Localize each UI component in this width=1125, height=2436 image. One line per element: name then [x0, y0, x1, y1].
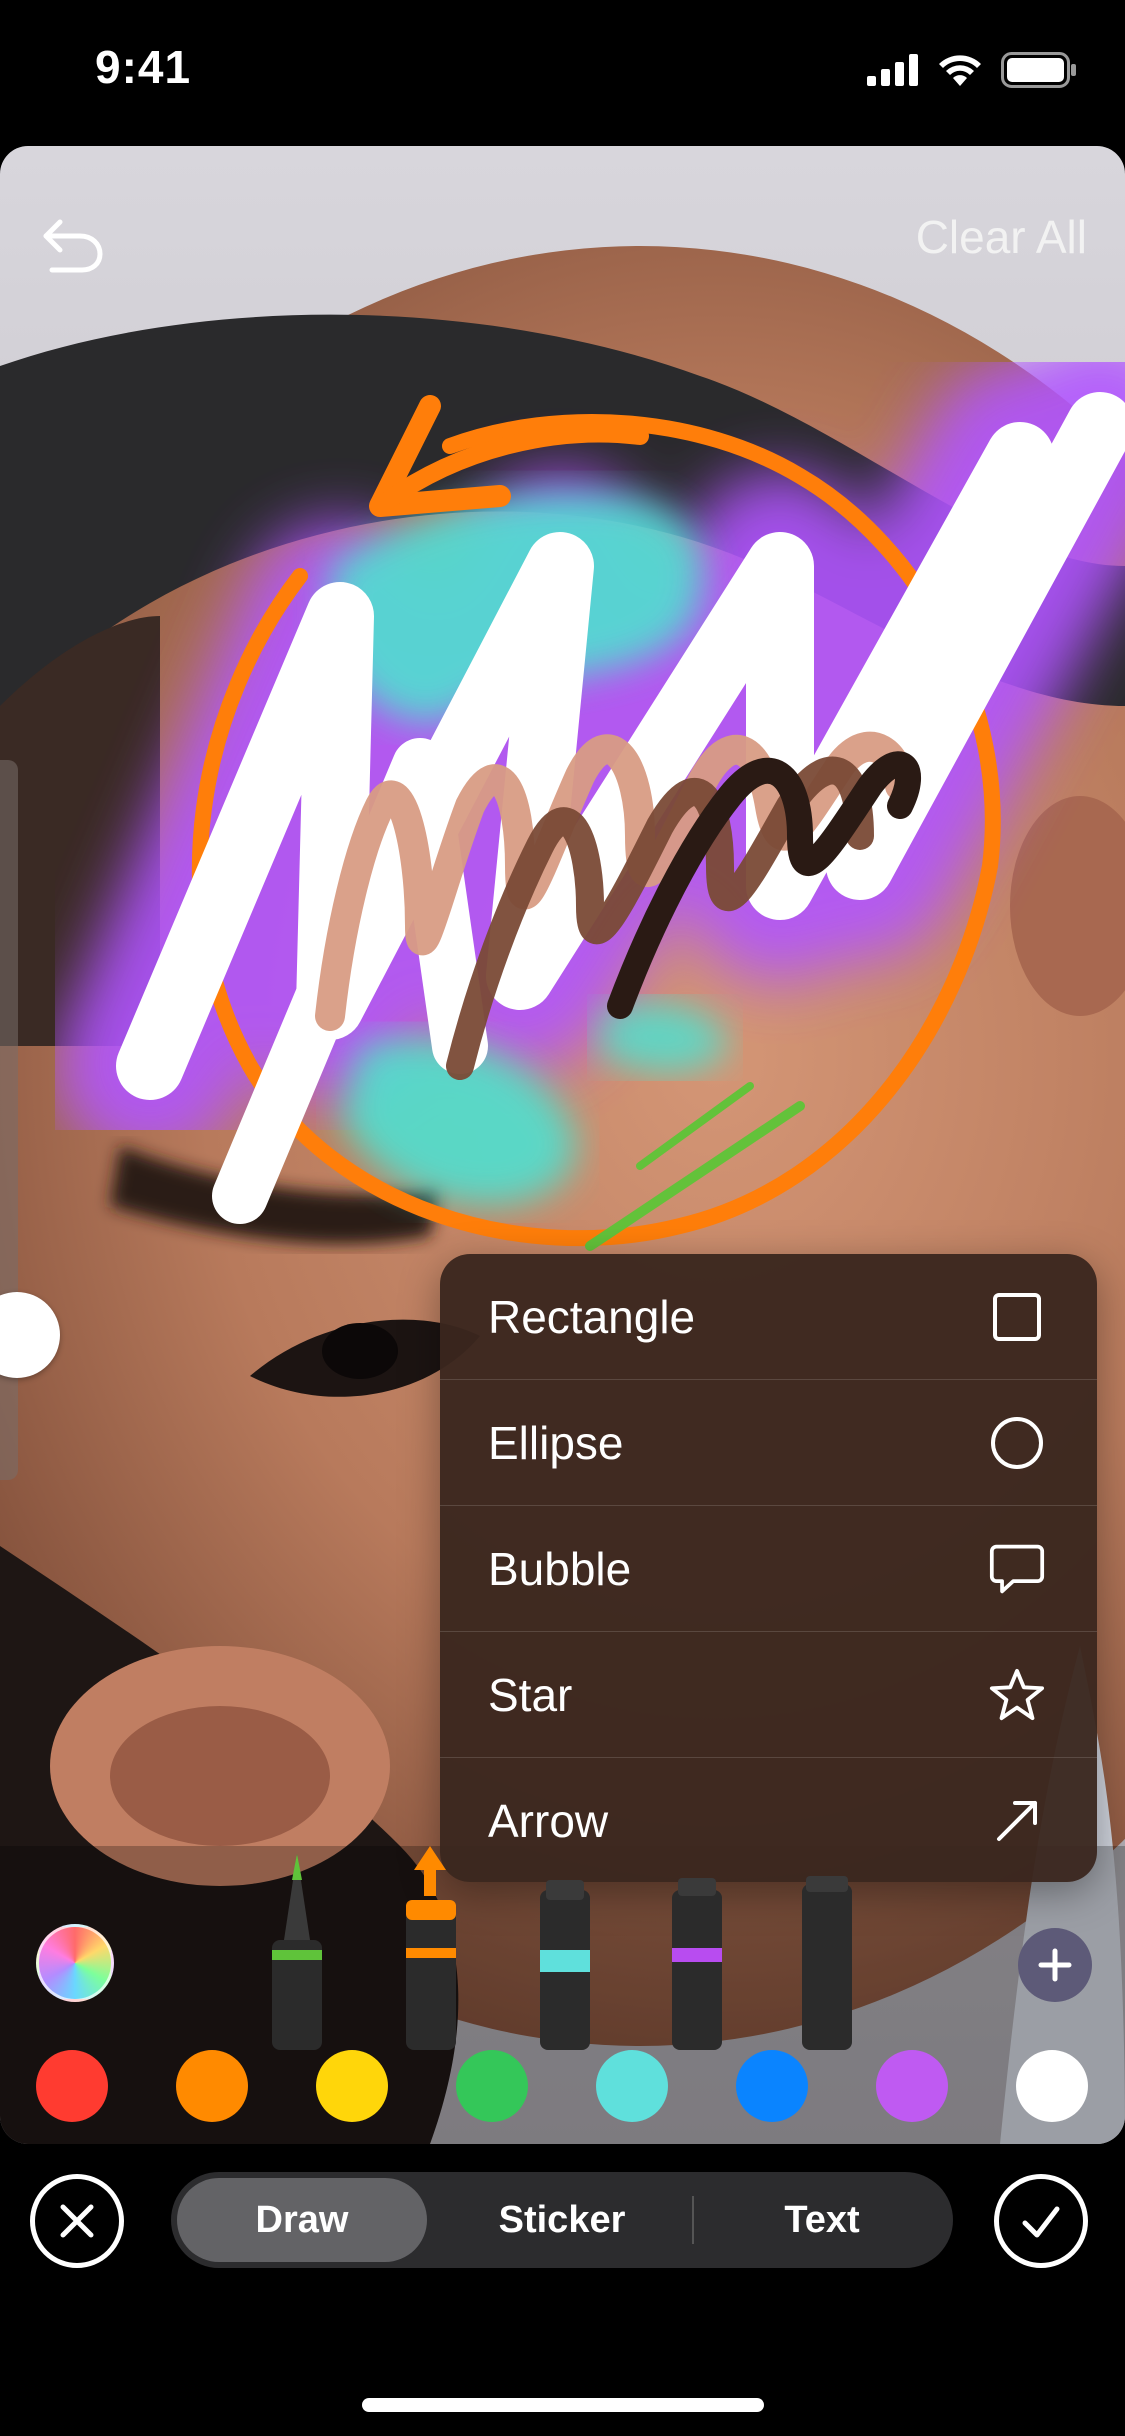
tab-text[interactable]: Text [697, 2178, 947, 2262]
cancel-button[interactable] [30, 2174, 124, 2268]
menu-item-label: Ellipse [488, 1416, 624, 1469]
color-swatch-purple[interactable] [876, 2050, 948, 2122]
status-time: 9:41 [95, 41, 192, 93]
star-icon [989, 1667, 1045, 1723]
color-swatch-yellow[interactable] [316, 2050, 388, 2122]
home-indicator [362, 2398, 764, 2412]
plus-icon [1038, 1948, 1072, 1982]
mode-segmented-control: Draw Sticker Text [171, 2172, 953, 2268]
pen-tool[interactable] [272, 1854, 322, 2050]
color-swatch-green[interactable] [456, 2050, 528, 2122]
confirm-button[interactable] [994, 2174, 1088, 2268]
signal-icon [867, 54, 918, 86]
menu-item-star[interactable]: Star [440, 1632, 1097, 1758]
menu-item-rectangle[interactable]: Rectangle [440, 1254, 1097, 1380]
segment-divider [692, 2196, 694, 2244]
add-tool-button[interactable] [1018, 1928, 1092, 2002]
color-swatch-red[interactable] [36, 2050, 108, 2122]
checkmark-icon [1022, 2206, 1060, 2238]
color-swatch-orange[interactable] [176, 2050, 248, 2122]
clear-all-button[interactable]: Clear All [916, 210, 1087, 264]
menu-item-label: Rectangle [488, 1290, 696, 1343]
crayon-tool[interactable] [672, 1878, 722, 2050]
tab-sticker[interactable]: Sticker [437, 2178, 687, 2262]
menu-item-label: Star [488, 1668, 573, 1721]
color-swatch-blue[interactable] [736, 2050, 808, 2122]
menu-item-bubble[interactable]: Bubble [440, 1506, 1097, 1632]
marker-tool[interactable] [406, 1846, 456, 2050]
menu-item-label: Bubble [488, 1542, 632, 1595]
menu-item-ellipse[interactable]: Ellipse [440, 1380, 1097, 1506]
shape-menu: Rectangle Ellipse Bubble Star Arrow [440, 1254, 1097, 1882]
color-swatch-white[interactable] [1016, 2050, 1088, 2122]
pencil-tool[interactable] [802, 1876, 852, 2050]
brush-tray [272, 1846, 852, 2050]
rectangle-icon [989, 1289, 1045, 1345]
tab-draw[interactable]: Draw [177, 2178, 427, 2262]
battery-icon [1001, 52, 1076, 88]
undo-icon[interactable] [38, 208, 108, 278]
color-palette [0, 2050, 1125, 2122]
close-icon [60, 2204, 94, 2238]
ellipse-icon [989, 1415, 1045, 1471]
bubble-icon [989, 1541, 1045, 1597]
highlighter-tool[interactable] [540, 1880, 590, 2050]
color-swatch-cyan[interactable] [596, 2050, 668, 2122]
wifi-icon [939, 55, 981, 86]
status-bar: 9:41 [0, 0, 1125, 140]
